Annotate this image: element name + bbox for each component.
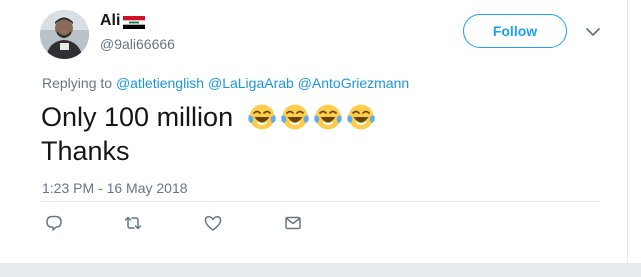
chevron-down-icon[interactable] [583,23,603,41]
display-name[interactable]: Ali [100,12,120,30]
face-with-tears-of-joy-icon [280,101,310,131]
tweet-line-text: Thanks [41,136,130,166]
tweet-card: Ali @9ali66666 Follow Replying to @atlet… [0,0,628,263]
tweet-line: Thanks [41,134,376,168]
retweet-icon[interactable] [123,213,143,233]
replying-to: Replying to @atletienglish @LaLigaArab @… [42,75,409,91]
reply-icon[interactable] [44,213,64,233]
like-icon[interactable] [203,213,223,233]
replying-to-label: Replying to [42,75,113,91]
follow-button[interactable]: Follow [463,14,567,48]
mention-link[interactable]: @LaLigaArab [208,75,294,91]
tweet-timestamp[interactable]: 1:23 PM - 16 May 2018 [42,180,188,196]
face-with-tears-of-joy-icon [313,101,343,131]
face-with-tears-of-joy-icon [247,101,277,131]
tweet-text: Only 100 million Thanks [41,100,376,168]
face-with-tears-of-joy-icon [346,101,376,131]
mention-link[interactable]: @atletienglish [116,75,204,91]
direct-message-icon[interactable] [283,213,303,233]
user-name-row[interactable]: Ali [100,12,146,30]
tweet-line: Only 100 million [41,100,376,134]
user-handle[interactable]: @9ali66666 [100,36,175,52]
page-background-strip [0,263,641,277]
iraq-flag-icon [123,15,146,29]
emoji-row [247,101,376,131]
tweet-line-text: Only 100 million [41,102,234,132]
avatar[interactable] [40,10,89,59]
mention-link[interactable]: @AntoGriezmann [298,75,409,91]
divider [41,201,600,202]
